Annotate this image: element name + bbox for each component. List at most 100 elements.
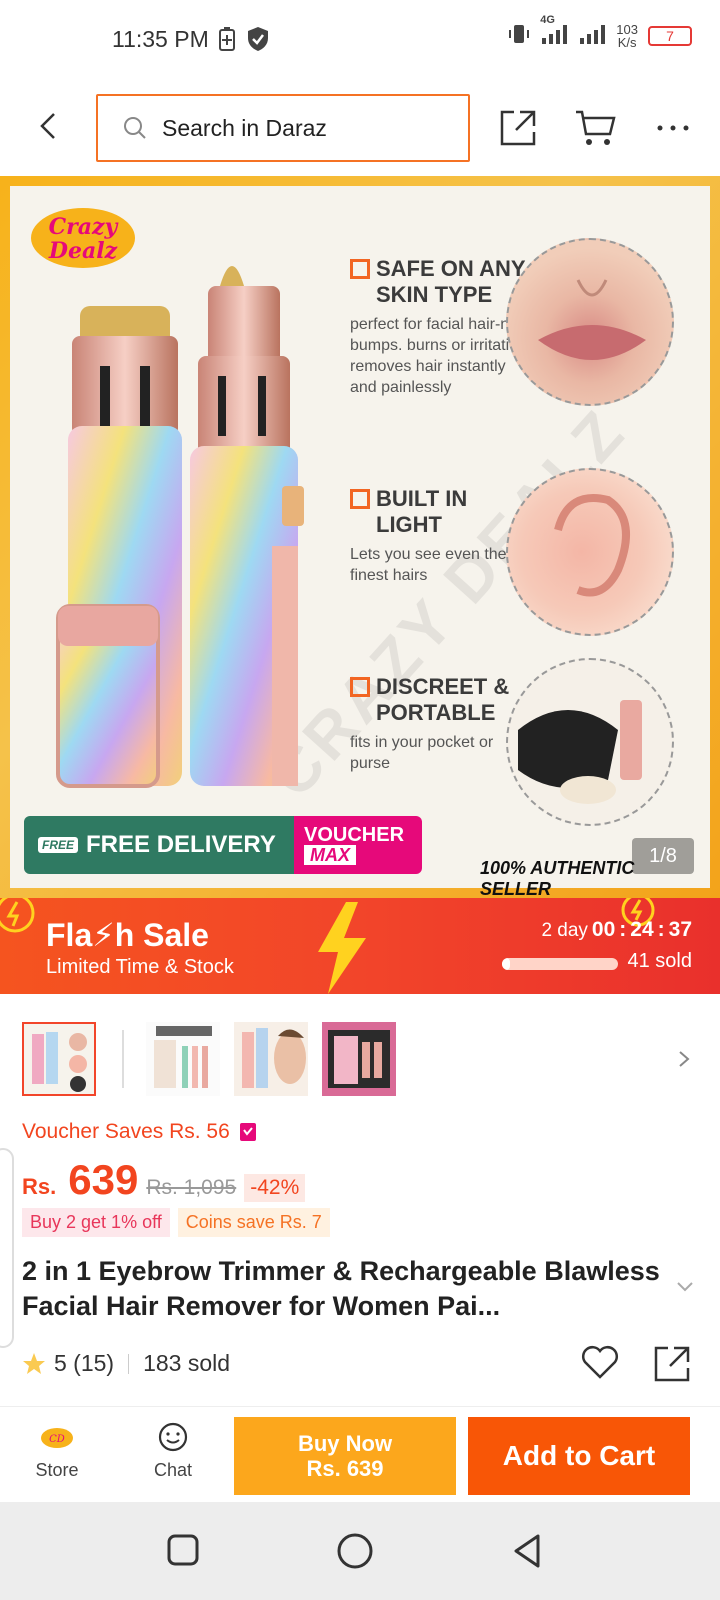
search-icon bbox=[124, 117, 146, 139]
price-currency: Rs. bbox=[22, 1174, 57, 1199]
thumbnail-next-button[interactable] bbox=[676, 1044, 692, 1079]
thumbnail-strip bbox=[0, 1020, 720, 1100]
flash-countdown: 2 day 00: 24: 37 bbox=[541, 918, 692, 941]
status-time: 11:35 PM bbox=[112, 26, 209, 52]
sold-count: 183 sold bbox=[143, 1350, 231, 1376]
max-text: MAX bbox=[304, 845, 356, 865]
battery-indicator: 7 bbox=[648, 25, 692, 46]
voucher-text: VOUCHER bbox=[304, 824, 405, 846]
feature-title: DISCREET & PORTABLE bbox=[376, 674, 510, 725]
store-logo-icon: CD bbox=[41, 1428, 73, 1448]
heart-icon bbox=[582, 1346, 618, 1379]
shield-icon bbox=[246, 26, 270, 57]
promo-banner: FREE FREE DELIVERY VOUCHER MAX bbox=[24, 816, 422, 874]
trimmer-illustration bbox=[50, 246, 340, 806]
product-title[interactable]: 2 in 1 Eyebrow Trimmer & Rechargeable Bl… bbox=[22, 1254, 672, 1324]
home-button[interactable] bbox=[336, 1532, 374, 1575]
countdown-hours: 00 bbox=[591, 918, 616, 941]
countdown-seconds: 37 bbox=[668, 918, 692, 941]
thumbnail-2[interactable] bbox=[146, 1022, 220, 1096]
rating-divider bbox=[128, 1353, 130, 1374]
voucher-icon bbox=[239, 1123, 256, 1141]
lips-image bbox=[506, 238, 674, 406]
feature-desc: fits in your pocket or purse bbox=[350, 734, 494, 772]
flash-sold-progress bbox=[502, 958, 618, 970]
free-delivery-badge: FREE FREE DELIVERY bbox=[24, 816, 294, 874]
feature-safe-skin: SAFE ON ANY SKIN TYPE perfect for facial… bbox=[350, 256, 530, 398]
more-dots-icon bbox=[657, 125, 689, 131]
signal-icon bbox=[578, 22, 606, 49]
buy-now-label: Buy Now bbox=[297, 1431, 393, 1456]
search-placeholder: Search in Daraz bbox=[162, 114, 327, 141]
thumbnail-divider bbox=[122, 1030, 124, 1088]
square-icon bbox=[167, 1534, 199, 1566]
flash-sold-count: 41 sold bbox=[627, 950, 693, 972]
speed-unit: K/s bbox=[617, 34, 637, 50]
search-input[interactable]: Search in Daraz bbox=[96, 94, 470, 162]
product-share-button[interactable] bbox=[652, 1344, 692, 1389]
free-delivery-text: FREE DELIVERY bbox=[86, 831, 276, 858]
share-icon bbox=[654, 1346, 690, 1382]
buy2-tag[interactable]: Buy 2 get 1% off bbox=[22, 1208, 170, 1237]
feature-portable: DISCREET & PORTABLE fits in your pocket … bbox=[350, 674, 530, 774]
network-type: 4G bbox=[540, 14, 555, 26]
promo-tags: Buy 2 get 1% off Coins save Rs. 7 bbox=[22, 1208, 330, 1237]
voucher-max-badge: VOUCHER MAX bbox=[294, 816, 422, 874]
feature-desc: perfect for facial hair-no bumps. burns … bbox=[350, 316, 527, 396]
lightning-icon bbox=[318, 902, 366, 994]
circle-icon bbox=[337, 1533, 373, 1569]
share-button[interactable] bbox=[498, 108, 538, 153]
add-to-cart-button[interactable]: Add to Cart bbox=[468, 1417, 690, 1495]
checkbox-icon bbox=[350, 677, 370, 697]
store-button[interactable]: CD Store bbox=[24, 1421, 90, 1481]
back-button[interactable] bbox=[30, 106, 70, 146]
thumbnail-3[interactable] bbox=[234, 1022, 308, 1096]
star-icon bbox=[23, 1352, 45, 1374]
cart-icon bbox=[576, 110, 616, 145]
chevron-down-icon bbox=[677, 1282, 693, 1292]
flash-sold-progress-fill bbox=[502, 958, 511, 970]
rating-value: 5 (15) bbox=[54, 1350, 115, 1376]
price-row: Rs. 639 Rs. 1,095 -42% bbox=[22, 1156, 306, 1204]
vibrate-icon bbox=[508, 23, 530, 48]
flash-sale-title: Fla⚡h Sale bbox=[46, 917, 209, 953]
checkbox-icon bbox=[350, 489, 370, 509]
product-image-carousel[interactable]: CRAZY DEALZ Crazy Dealz SAFE ON ANY SKIN… bbox=[0, 176, 720, 898]
svg-text:CD: CD bbox=[49, 1434, 65, 1445]
flash-sale-banner[interactable]: Fla⚡h Sale Limited Time & Stock 2 day 00… bbox=[0, 898, 720, 994]
chevron-right-icon bbox=[679, 1051, 690, 1067]
feature-desc: Lets you see even the finest hairs bbox=[350, 546, 507, 584]
more-button[interactable] bbox=[656, 108, 690, 153]
flash-sale-subtitle: Limited Time & Stock bbox=[46, 956, 234, 978]
back-arrow-icon bbox=[40, 113, 55, 139]
recent-apps-button[interactable] bbox=[166, 1532, 200, 1573]
share-icon bbox=[500, 110, 536, 146]
chat-icon bbox=[158, 1422, 188, 1452]
top-header: Search in Daraz bbox=[0, 80, 720, 176]
back-nav-button[interactable] bbox=[510, 1532, 544, 1575]
thumbnail-4[interactable] bbox=[322, 1022, 396, 1096]
side-drawer-handle[interactable] bbox=[0, 1148, 14, 1348]
svg-text:Crazy: Crazy bbox=[49, 214, 120, 240]
voucher-saves[interactable]: Voucher Saves Rs. 56 bbox=[22, 1120, 256, 1144]
status-bar: 11:35 PM 4G 103 K/s 7 bbox=[0, 0, 720, 80]
purse-image bbox=[506, 658, 674, 826]
bottom-action-bar: CD Store Chat Buy Now Rs. 639 Add to Car… bbox=[0, 1406, 720, 1502]
free-tag: FREE bbox=[38, 837, 79, 853]
ear-image bbox=[506, 468, 674, 636]
expand-title-button[interactable] bbox=[676, 1280, 694, 1298]
original-price: Rs. 1,095 bbox=[146, 1176, 237, 1199]
coins-tag[interactable]: Coins save Rs. 7 bbox=[177, 1208, 330, 1237]
triangle-back-icon bbox=[514, 1534, 540, 1568]
chat-button[interactable]: Chat bbox=[140, 1421, 206, 1481]
buy-now-button[interactable]: Buy Now Rs. 639 bbox=[234, 1417, 456, 1495]
status-right-group: 4G 103 K/s 7 bbox=[508, 14, 692, 50]
voucher-saves-text: Voucher Saves Rs. 56 bbox=[22, 1120, 230, 1143]
image-pager: 1/8 bbox=[632, 838, 694, 874]
countdown-days: 2 day bbox=[541, 920, 588, 941]
wishlist-button[interactable] bbox=[580, 1344, 620, 1385]
cart-button[interactable] bbox=[574, 108, 616, 153]
feature-title: BUILT IN LIGHT bbox=[376, 486, 468, 537]
thumbnail-1[interactable] bbox=[22, 1022, 96, 1096]
rating-row[interactable]: 5 (15) 183 sold bbox=[22, 1350, 230, 1377]
